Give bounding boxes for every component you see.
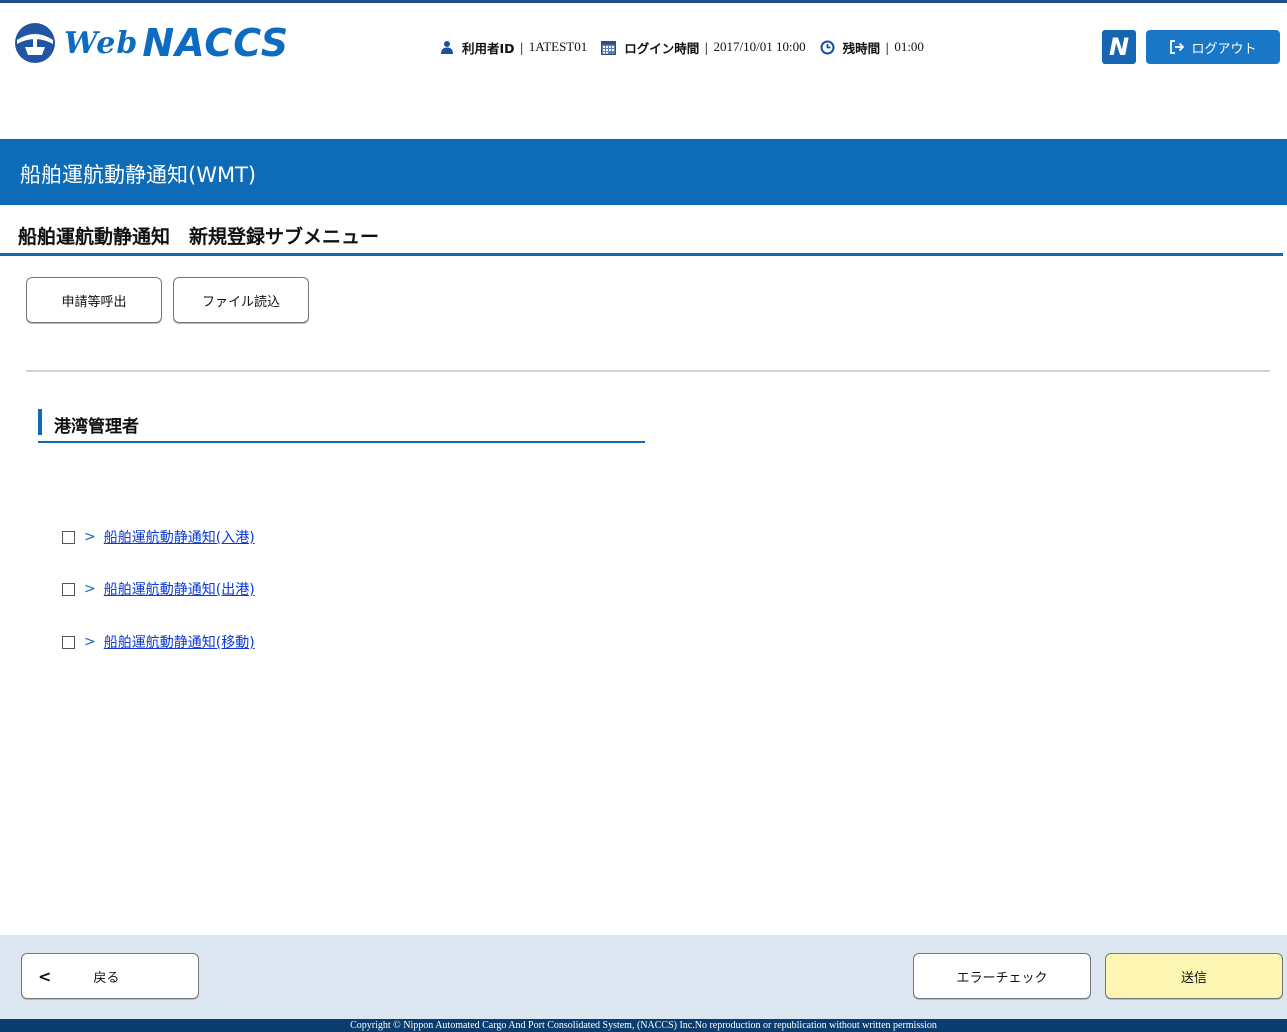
page-title: 船舶運航動静通知(WMT) (20, 163, 257, 187)
naccs-n-icon[interactable]: N (1102, 30, 1136, 64)
back-label: 戻る (93, 970, 120, 986)
menu-item-transfer: > 船舶運航動静通知(移動) (62, 631, 255, 653)
logout-label: ログアウト (1191, 41, 1257, 57)
session-info: 利用者ID | 1ATEST01 ログイン時間 | 2017/10/01 10:… (440, 29, 938, 65)
error-check-button[interactable]: エラーチェック (913, 953, 1091, 999)
menu-checkbox[interactable] (62, 582, 75, 596)
menu-link-departure[interactable]: 船舶運航動静通知(出港) (104, 579, 255, 599)
menu-checkbox[interactable] (62, 530, 75, 544)
page-subtitle: 船舶運航動静通知 新規登録サブメニュー (18, 226, 380, 248)
logout-icon (1170, 40, 1185, 54)
calendar-icon (601, 40, 617, 55)
menu-link-entry[interactable]: 船舶運航動静通知(入港) (104, 527, 255, 547)
menu-link-transfer[interactable]: 船舶運航動静通知(移動) (104, 632, 255, 652)
chevron-right-icon: > (84, 581, 96, 597)
copyright-bar: Copyright © Nippon Automated Cargo And P… (0, 1019, 1287, 1032)
menu-checkbox[interactable] (62, 635, 75, 649)
page-title-bar: 船舶運航動静通知(WMT) (0, 139, 1287, 205)
section-title: 港湾管理者 (54, 417, 139, 437)
section-divider (26, 370, 1270, 372)
logo-text-web: Web (64, 25, 139, 61)
login-time-value: 2017/10/01 10:00 (713, 39, 806, 54)
file-load-button[interactable]: ファイル読込 (173, 277, 309, 323)
menu-item-departure: > 船舶運航動静通知(出港) (62, 578, 255, 600)
remaining-time-label: 残時間 (842, 40, 881, 56)
chevron-left-icon: < (38, 966, 52, 986)
clock-icon (820, 40, 835, 54)
user-icon (441, 41, 453, 54)
user-id-label: 利用者ID (462, 40, 515, 56)
logout-button[interactable]: ログアウト (1146, 30, 1280, 64)
app-header: Web NACCS 利用者ID | 1ATEST01 ログイン時間 | 2017… (0, 3, 1287, 83)
webnaccs-logo: Web NACCS (12, 19, 289, 67)
ship-globe-logo-icon (15, 23, 55, 63)
separator: | (519, 39, 524, 55)
section-accent-bar (38, 409, 42, 435)
menu-item-entry: > 船舶運航動静通知(入港) (62, 526, 255, 548)
separator: | (885, 39, 890, 55)
logo-text-naccs: NACCS (142, 21, 290, 65)
separator: | (704, 39, 709, 55)
send-button[interactable]: 送信 (1105, 953, 1283, 999)
remaining-time-value: 01:00 (894, 39, 924, 54)
back-button[interactable]: < 戻る (21, 953, 199, 999)
section-underline (38, 441, 645, 443)
subtitle-underline (0, 253, 1283, 256)
apply-recall-button[interactable]: 申請等呼出 (26, 277, 162, 323)
section-header: 港湾管理者 (38, 409, 645, 443)
chevron-right-icon: > (84, 529, 96, 545)
user-id-value: 1ATEST01 (528, 39, 588, 54)
login-time-label: ログイン時間 (624, 40, 700, 56)
chevron-right-icon: > (84, 634, 96, 650)
